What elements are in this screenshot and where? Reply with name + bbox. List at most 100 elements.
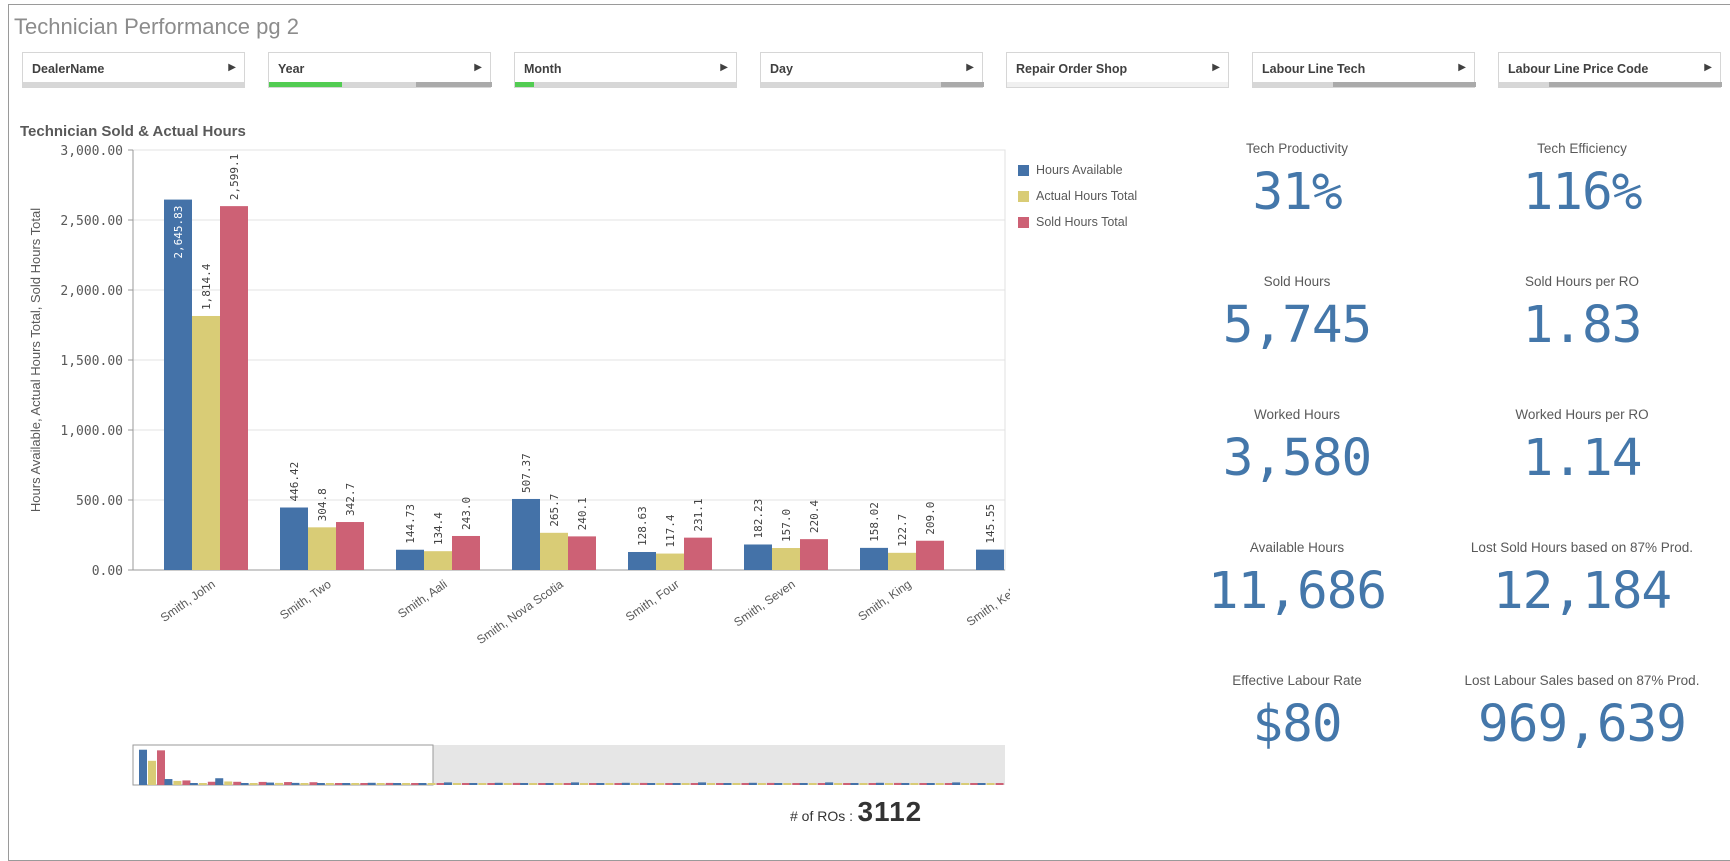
data-label: 209.0 (924, 502, 937, 535)
kpi-lost-sold-hours[interactable]: Lost Sold Hours based on 87% Prod. 12,18… (1432, 540, 1730, 624)
data-label: 304.8 (316, 488, 329, 521)
mini-bar (681, 783, 690, 785)
mini-bar (545, 783, 554, 785)
filter-repair-order-shop[interactable]: Repair Order Shop ▶ (1006, 52, 1229, 88)
x-tick-label: Smith, Aali (395, 577, 449, 621)
mini-bar (529, 783, 538, 785)
mini-bar (461, 783, 470, 785)
bar[interactable] (280, 507, 308, 570)
bar[interactable] (860, 547, 888, 570)
bar[interactable] (800, 539, 828, 570)
legend-label: Sold Hours Total (1036, 215, 1128, 229)
data-label: 220.4 (808, 500, 821, 533)
mini-bar (665, 783, 674, 785)
x-tick-label: Smith, Seven (731, 577, 797, 629)
mini-bar (224, 781, 233, 785)
mini-bar (723, 783, 732, 785)
bar[interactable] (512, 498, 540, 570)
mini-bar (487, 783, 496, 785)
mini-bar (469, 783, 478, 785)
data-label: 158.02 (868, 502, 881, 542)
kpi-worked-hours[interactable]: Worked Hours 3,580 (1147, 407, 1447, 491)
bar[interactable] (192, 315, 220, 570)
bar[interactable] (308, 527, 336, 570)
mini-bar (995, 783, 1004, 785)
mini-bar (233, 781, 242, 785)
bar[interactable] (684, 537, 712, 570)
bar[interactable] (656, 553, 684, 570)
bar[interactable] (744, 544, 772, 570)
kpi-sold-hours[interactable]: Sold Hours 5,745 (1147, 274, 1447, 358)
data-label: 144.73 (404, 504, 417, 544)
bar[interactable] (220, 206, 248, 570)
filter-labour-line-tech[interactable]: Labour Line Tech ▶ (1252, 52, 1476, 88)
mini-bar (977, 783, 986, 785)
mini-bar (868, 783, 877, 785)
mini-bar (792, 783, 801, 785)
bar-chart[interactable]: 0.00 500.00 1,000.00 1,500.00 2,000.00 2,500.… (0, 0, 1010, 861)
expand-arrow-icon[interactable]: ▶ (1704, 62, 1712, 73)
kpi-label: Sold Hours (1263, 274, 1331, 289)
mini-bar (512, 782, 521, 785)
bar[interactable] (424, 551, 452, 570)
mini-bar (342, 783, 351, 785)
mini-bar (716, 783, 725, 785)
kpi-tech-productivity[interactable]: Tech Productivity 31% (1147, 141, 1447, 225)
kpi-value: 969,639 (1478, 695, 1687, 754)
data-label: 342.7 (344, 483, 357, 516)
kpi-lost-labour-sales[interactable]: Lost Labour Sales based on 87% Prod. 969… (1432, 673, 1730, 757)
kpi-worked-hours-per-ro[interactable]: Worked Hours per RO 1.14 (1432, 407, 1730, 491)
mini-bar (198, 783, 207, 785)
ro-count-kpi[interactable]: # of ROs : 3112 (790, 796, 922, 828)
data-label: 134.4 (432, 512, 445, 545)
kpi-label: Worked Hours (1253, 407, 1341, 422)
alternative-segment (1549, 82, 1722, 87)
data-label: 231.1 (692, 499, 705, 532)
mini-bar (605, 783, 614, 785)
mini-bar (418, 783, 427, 785)
bar[interactable] (540, 532, 568, 570)
mini-bar (452, 783, 461, 785)
bar[interactable] (976, 549, 1004, 570)
kpi-sold-hours-per-ro[interactable]: Sold Hours per RO 1.83 (1432, 274, 1730, 358)
bar[interactable] (772, 548, 800, 570)
bar[interactable] (396, 549, 424, 570)
data-label: 446.42 (288, 462, 301, 502)
mini-bar (207, 781, 216, 785)
kpi-tech-efficiency[interactable]: Tech Efficiency 116% (1432, 141, 1730, 225)
data-label: 265.7 (548, 494, 561, 527)
kpi-label: Lost Sold Hours based on 87% Prod. (1470, 540, 1694, 555)
x-tick-label: Smith, Kellog (964, 577, 1010, 629)
navigator-thumb[interactable] (132, 744, 434, 786)
x-tick-label: Smith, Nova Scotia (474, 577, 566, 647)
y-tick-label: 0.00 (92, 564, 123, 579)
mini-bar (376, 783, 385, 785)
mini-bar (520, 783, 529, 785)
kpi-effective-labour-rate[interactable]: Effective Labour Rate $80 (1147, 673, 1447, 757)
bar[interactable] (452, 535, 480, 570)
mini-bar (316, 783, 325, 785)
expand-arrow-icon[interactable]: ▶ (1212, 62, 1220, 73)
bar[interactable] (628, 551, 656, 570)
mini-bar (893, 782, 902, 785)
mini-bar (182, 780, 191, 785)
bar[interactable] (916, 540, 944, 570)
filter-state-bar (1253, 82, 1476, 87)
mini-bar (554, 783, 563, 785)
mini-bar (173, 780, 182, 785)
bar[interactable] (888, 552, 916, 570)
data-label: 1,814.4 (200, 263, 213, 310)
mini-bar (157, 750, 165, 785)
kpi-available-hours[interactable]: Available Hours 11,686 (1147, 540, 1447, 624)
expand-arrow-icon[interactable]: ▶ (1458, 62, 1466, 73)
bar[interactable] (336, 522, 364, 570)
kpi-value: 1.14 (1522, 429, 1643, 488)
data-label: 182.23 (752, 499, 765, 539)
filter-labour-line-price-code[interactable]: Labour Line Price Code ▶ (1498, 52, 1722, 88)
mini-bar (139, 749, 147, 785)
mini-bar (478, 783, 487, 785)
bar[interactable] (568, 536, 596, 570)
mini-bar (817, 783, 826, 785)
data-label: 2,599.1 (228, 154, 241, 200)
mini-bar (360, 783, 369, 785)
